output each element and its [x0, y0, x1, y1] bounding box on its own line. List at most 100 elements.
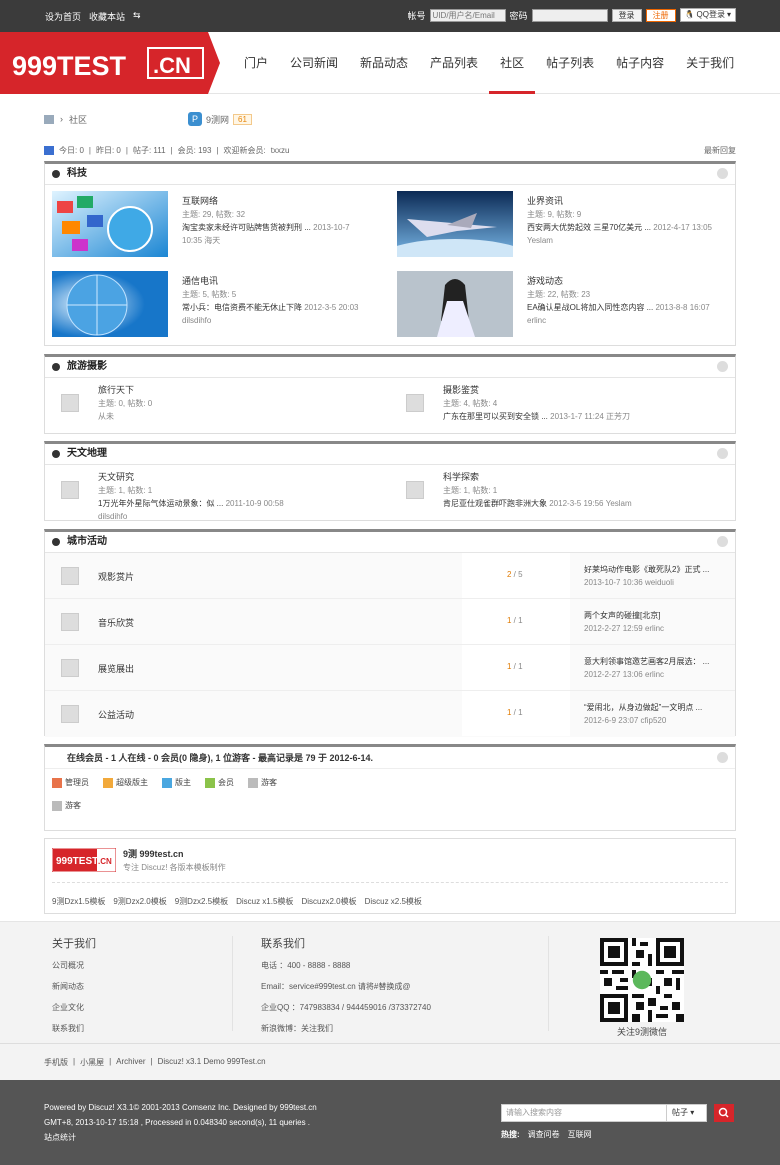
password-label: 密码: [509, 10, 528, 21]
search-input[interactable]: 请输入搜索内容: [501, 1104, 667, 1122]
nav-post-list[interactable]: 帖子列表: [535, 32, 605, 94]
main-nav: 门户 公司新闻 新品动态 产品列表 社区 帖子列表 帖子内容 关于我们: [233, 32, 745, 94]
section-title[interactable]: 科技: [67, 168, 87, 179]
account-label: 帐号: [407, 10, 426, 21]
table-row[interactable]: 公益活动 1 / 1 “爱闹北，从身边做起”一文明点 ... 2012-6-9 23:…: [45, 691, 735, 737]
contact-qq: 企业QQ ：747983834 / 944459016 /373372740: [261, 1003, 431, 1012]
hot-label: 热搜:: [501, 1130, 520, 1139]
home-icon[interactable]: [44, 114, 54, 124]
forum-thumbnail[interactable]: [52, 191, 168, 257]
hot-link[interactable]: 调查问卷: [528, 1129, 560, 1140]
nav-company-news[interactable]: 公司新闻: [279, 32, 349, 94]
contact-title: 联系我们: [261, 938, 305, 950]
nav-portal[interactable]: 门户: [233, 32, 279, 94]
section-title[interactable]: 旅游摄影: [67, 361, 107, 372]
section-title[interactable]: 天文地理: [67, 448, 107, 459]
account-input[interactable]: [429, 8, 506, 22]
collapse-icon[interactable]: [717, 361, 728, 372]
forum-meta: 主题: 9, 帖数: 9: [527, 210, 582, 219]
forum-thumbnail[interactable]: [397, 191, 513, 257]
collapse-icon[interactable]: [717, 448, 728, 459]
table-row[interactable]: 展览展出 1 / 1 意大利领事馆邀艺画客2月展选： ... 2012-2-27 13…: [45, 645, 735, 691]
last-post-author: erlinc: [527, 316, 547, 325]
collapse-icon[interactable]: [717, 536, 728, 547]
forum-count: 1 / 1: [507, 662, 523, 671]
table-row[interactable]: 音乐欣赏 1 / 1 两个女声的碰撞[北京] 2012-2-27 12:59 erli…: [45, 599, 735, 645]
section-travel: 旅游摄影 旅行天下 主题: 0, 帖数: 0 从未 摄影鉴赏 主题: 4, 帖数: 4…: [44, 354, 736, 434]
nav-product-list[interactable]: 产品列表: [419, 32, 489, 94]
search-type-select[interactable]: 帖子 ▾: [667, 1104, 707, 1122]
hot-searches: 热搜: 调查问卷 互联网: [501, 1129, 592, 1140]
breadcrumb-current[interactable]: 社区: [69, 113, 87, 126]
latest-reply-link[interactable]: 最新回复: [704, 145, 736, 156]
section-tech: 科技 互联网络 主题: 29, 帖数: 32 淘宝卖家未经许可贴牌售货被判刑 ...…: [44, 161, 736, 346]
section-astronomy: 天文地理 天文研究 主题: 1, 帖数: 1 1万光年外星际气体运动景象：似 ...…: [44, 441, 736, 521]
friend-link[interactable]: Discuz x1.5模板: [236, 896, 293, 907]
brand-logo[interactable]: 999TEST .CN: [52, 848, 116, 872]
online-guest[interactable]: 游客: [52, 800, 81, 811]
table-row[interactable]: 观影赏片 2 / 5 好莱坞动作电影《敢死队2》正式 ... 2013-10-7 10…: [45, 553, 735, 599]
forum-icon: [61, 659, 79, 677]
breadcrumb: › 社区 P 9测网 61: [44, 112, 252, 126]
site-badge[interactable]: P 9测网 61: [188, 112, 252, 126]
forum-thumbnail[interactable]: [52, 271, 168, 337]
nav-new-products[interactable]: 新品动态: [349, 32, 419, 94]
site-logo[interactable]: 999TEST .CN: [0, 32, 220, 94]
nav-community[interactable]: 社区: [489, 32, 536, 94]
friend-link[interactable]: 9测Dzx2.5模板: [175, 896, 228, 907]
about-link[interactable]: 公司概况: [52, 955, 96, 976]
switch-icon[interactable]: ⇆: [133, 10, 141, 23]
friend-link[interactable]: Discuz x2.5模板: [365, 896, 422, 907]
forum-name: 游戏动态: [527, 276, 564, 286]
friend-link[interactable]: 9测Dzx1.5模板: [52, 896, 105, 907]
forum-item[interactable]: 游戏动态 主题: 22, 帖数: 23 EA确认星战OL将加入同性恋内容 ... 2…: [390, 265, 735, 345]
newest-member-link[interactable]: txxzu: [271, 146, 290, 155]
forum-item[interactable]: 通信电讯 主题: 5, 帖数: 5 常小兵：电信资费不能无休止下降 2012-3-5…: [45, 265, 390, 345]
forum-item[interactable]: 互联网络 主题: 29, 帖数: 32 淘宝卖家未经许可贴牌售货被判刑 ... 20…: [45, 185, 390, 265]
admin-icon: [52, 777, 62, 788]
stat-yesterday: 昨日: 0: [95, 146, 121, 155]
forum-item[interactable]: 天文研究 主题: 1, 帖数: 1 1万光年外星际气体运动景象：似 ... 2011…: [45, 465, 390, 521]
online-title[interactable]: 在线会员 - 1 人在线 - 0 会员(0 隐身), 1 位游客 - 最高记录是…: [67, 753, 373, 763]
forum-item[interactable]: 摄影鉴赏 主题: 4, 帖数: 4 广东在那里可以买到安全锁 ... 2013-1-…: [390, 378, 735, 428]
nav-about[interactable]: 关于我们: [675, 32, 745, 94]
collapse-icon[interactable]: [717, 752, 728, 763]
about-link[interactable]: 企业文化: [52, 997, 96, 1018]
collapse-icon[interactable]: [717, 168, 728, 179]
footer-links: 手机版 | 小黑屋 | Archiver | Discuz! x3.1 Demo 99…: [0, 1043, 780, 1080]
friend-link[interactable]: 9测Dzx2.0模板: [113, 896, 166, 907]
register-button[interactable]: 注册: [645, 8, 676, 22]
forum-item[interactable]: 业界资讯 主题: 9, 帖数: 9 西安两大优势起效 三星70亿美元 ... 201…: [390, 185, 735, 265]
forum-item[interactable]: 旅行天下 主题: 0, 帖数: 0 从未: [45, 378, 390, 428]
site-name: 9测网: [206, 114, 230, 125]
legend-guest: 游客: [248, 777, 277, 788]
site-stats-link[interactable]: 站点统计: [44, 1130, 317, 1145]
forum-meta: 主题: 0, 帖数: 0: [98, 399, 153, 408]
mobile-link[interactable]: 手机版: [44, 1057, 68, 1068]
forum-item[interactable]: 科学探索 主题: 1, 帖数: 1 肯尼亚仕观雀群吓跑非洲大象 2012-3-5 1…: [390, 465, 735, 515]
bookmark-link[interactable]: 收藏本站: [89, 10, 125, 23]
password-input[interactable]: [531, 8, 608, 22]
login-button[interactable]: 登录: [611, 8, 642, 22]
forum-thumbnail[interactable]: [397, 271, 513, 337]
qq-login-button[interactable]: 🐧 QQ登录 ▾: [679, 8, 736, 22]
about-link[interactable]: 新闻动态: [52, 976, 96, 997]
contact-phone: 电话 ：400 - 8888 - 8888: [261, 961, 351, 970]
guest-icon: [248, 777, 258, 788]
contact-weibo[interactable]: 新浪微博：关注我们: [261, 1018, 431, 1039]
about-link[interactable]: 联系我们: [52, 1018, 96, 1039]
search-button[interactable]: [714, 1104, 734, 1122]
friend-link[interactable]: Discuzx2.0模板: [301, 896, 356, 907]
set-home-link[interactable]: 设为首页: [45, 10, 81, 23]
forum-icon: [406, 481, 424, 499]
hot-link[interactable]: 互联网: [568, 1129, 592, 1140]
blackroom-link[interactable]: 小黑屋: [80, 1057, 104, 1068]
archiver-link[interactable]: Archiver: [116, 1057, 145, 1068]
last-post-title: 淘宝卖家未经许可贴牌售货被判刑 ...: [182, 223, 311, 232]
discuz-link[interactable]: Discuz! x3.1 Demo 999Test.cn: [158, 1057, 266, 1068]
section-title[interactable]: 城市活动: [67, 536, 107, 547]
online-members: 在线会员 - 1 人在线 - 0 会员(0 隐身), 1 位游客 - 最高记录是…: [44, 744, 736, 831]
qq-login-label: QQ登录: [696, 10, 725, 19]
legend-admin: 管理员: [52, 777, 89, 788]
nav-post-content[interactable]: 帖子内容: [605, 32, 675, 94]
